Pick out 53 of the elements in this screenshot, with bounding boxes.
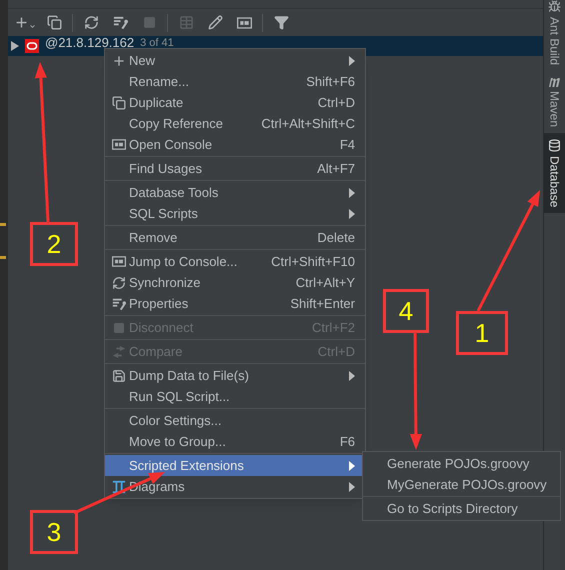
callout-number: 3 (30, 510, 78, 554)
side-tab[interactable]: Database (544, 133, 565, 214)
gutter-marker (0, 223, 6, 226)
callout-number: 4 (383, 289, 429, 333)
menu-item[interactable]: Go to Scripts Directory (363, 498, 560, 519)
menu-item[interactable]: Jump to Console... Ctrl+Shift+F10 (105, 251, 365, 272)
expand-arrow-icon (11, 41, 19, 51)
menu-item[interactable]: MyGenerate POJOs.groovy (363, 474, 560, 495)
console-icon (236, 16, 252, 28)
menu-item[interactable]: Copy Reference Ctrl+Alt+Shift+C (105, 113, 365, 134)
menu-item[interactable]: Open Console F4 (105, 134, 365, 155)
add-icon (14, 15, 36, 30)
stop-icon (113, 322, 125, 334)
database-wrench-icon (112, 296, 126, 310)
table-icon (178, 15, 194, 30)
refresh-icon (84, 15, 98, 30)
database-logo-icon (25, 39, 39, 53)
duplicate-icon (46, 15, 62, 30)
compare-arrows-icon (112, 344, 126, 358)
pencil-icon (208, 15, 222, 30)
connection-name: @21.8.129.162 (45, 34, 134, 52)
menu-item[interactable]: Properties Shift+Enter (105, 293, 365, 314)
menu-item[interactable]: Remove Delete (105, 227, 365, 248)
console-icon (112, 139, 126, 150)
database-wrench-icon (112, 15, 128, 30)
gutter-marker (0, 256, 6, 259)
refresh-icon (112, 276, 126, 290)
menu-item[interactable]: Synchronize Ctrl+Alt+Y (105, 272, 365, 293)
menu-item[interactable]: Run SQL Script... (105, 386, 365, 407)
bug-icon (548, 0, 561, 13)
database-icon (548, 139, 561, 152)
menu-item[interactable]: Generate POJOs.groovy (363, 453, 560, 474)
menu-item[interactable]: Find Usages Alt+F7 (105, 158, 365, 179)
stop-icon (142, 16, 156, 29)
side-tab[interactable]: Maven (544, 71, 565, 134)
menu-item[interactable]: Duplicate Ctrl+D (105, 92, 365, 113)
menu-item[interactable]: Rename... Shift+F6 (105, 71, 365, 92)
menu-item[interactable]: Move to Group... F6 (105, 431, 365, 452)
callout-number: 2 (30, 222, 78, 266)
maven-icon (548, 77, 562, 88)
menu-item[interactable]: Color Settings... (105, 410, 365, 431)
plus-icon (112, 54, 126, 68)
menu-item[interactable]: SQL Scripts (105, 203, 365, 224)
menu-item[interactable]: Dump Data to File(s) (105, 365, 365, 386)
menu-item[interactable]: Scripted Extensions (105, 455, 365, 476)
side-tab[interactable]: Ant Build (544, 0, 565, 72)
diagram-icon (112, 480, 126, 494)
callout-number: 1 (456, 311, 508, 355)
filter-icon (274, 15, 288, 30)
connection-detail: 3 of 41 (140, 36, 174, 51)
menu-item[interactable]: Database Tools (105, 182, 365, 203)
console-icon (112, 256, 126, 267)
duplicate-icon (112, 96, 126, 110)
